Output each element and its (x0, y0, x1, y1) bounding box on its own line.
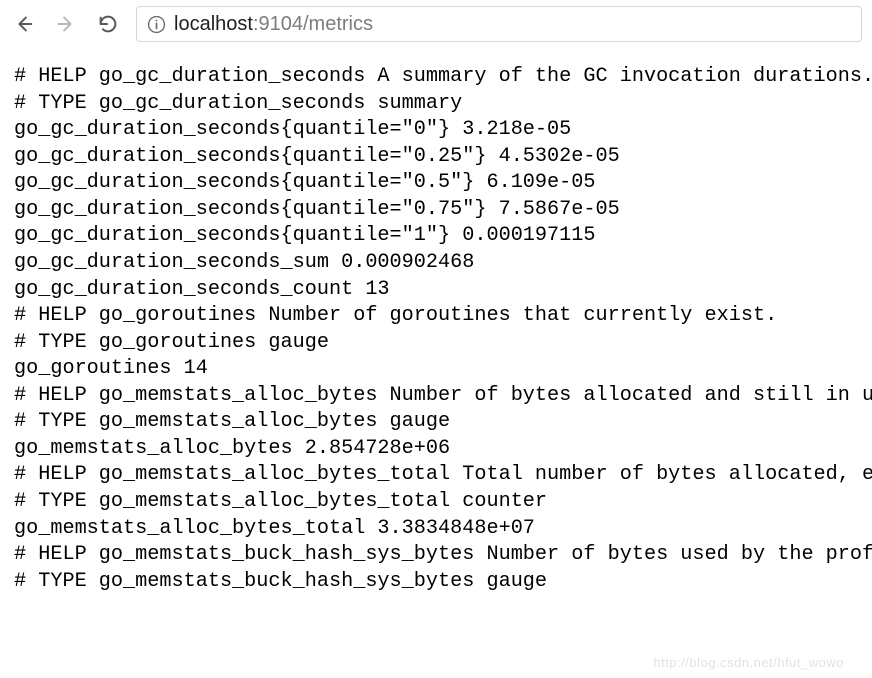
info-icon[interactable] (147, 15, 166, 34)
metrics-output: # HELP go_gc_duration_seconds A summary … (0, 52, 872, 595)
url-port: :9104 (253, 13, 303, 35)
url-display: localhost:9104/metrics (174, 13, 373, 36)
reload-button[interactable] (94, 10, 122, 38)
reload-icon (97, 13, 119, 35)
arrow-left-icon (13, 13, 35, 35)
back-button[interactable] (10, 10, 38, 38)
arrow-right-icon (55, 13, 77, 35)
address-bar[interactable]: localhost:9104/metrics (136, 6, 862, 42)
url-host: localhost (174, 13, 253, 35)
url-path: /metrics (303, 13, 373, 35)
forward-button[interactable] (52, 10, 80, 38)
watermark-text: http://blog.csdn.net/hfut_wowo (653, 655, 844, 670)
browser-toolbar: localhost:9104/metrics (0, 0, 872, 52)
